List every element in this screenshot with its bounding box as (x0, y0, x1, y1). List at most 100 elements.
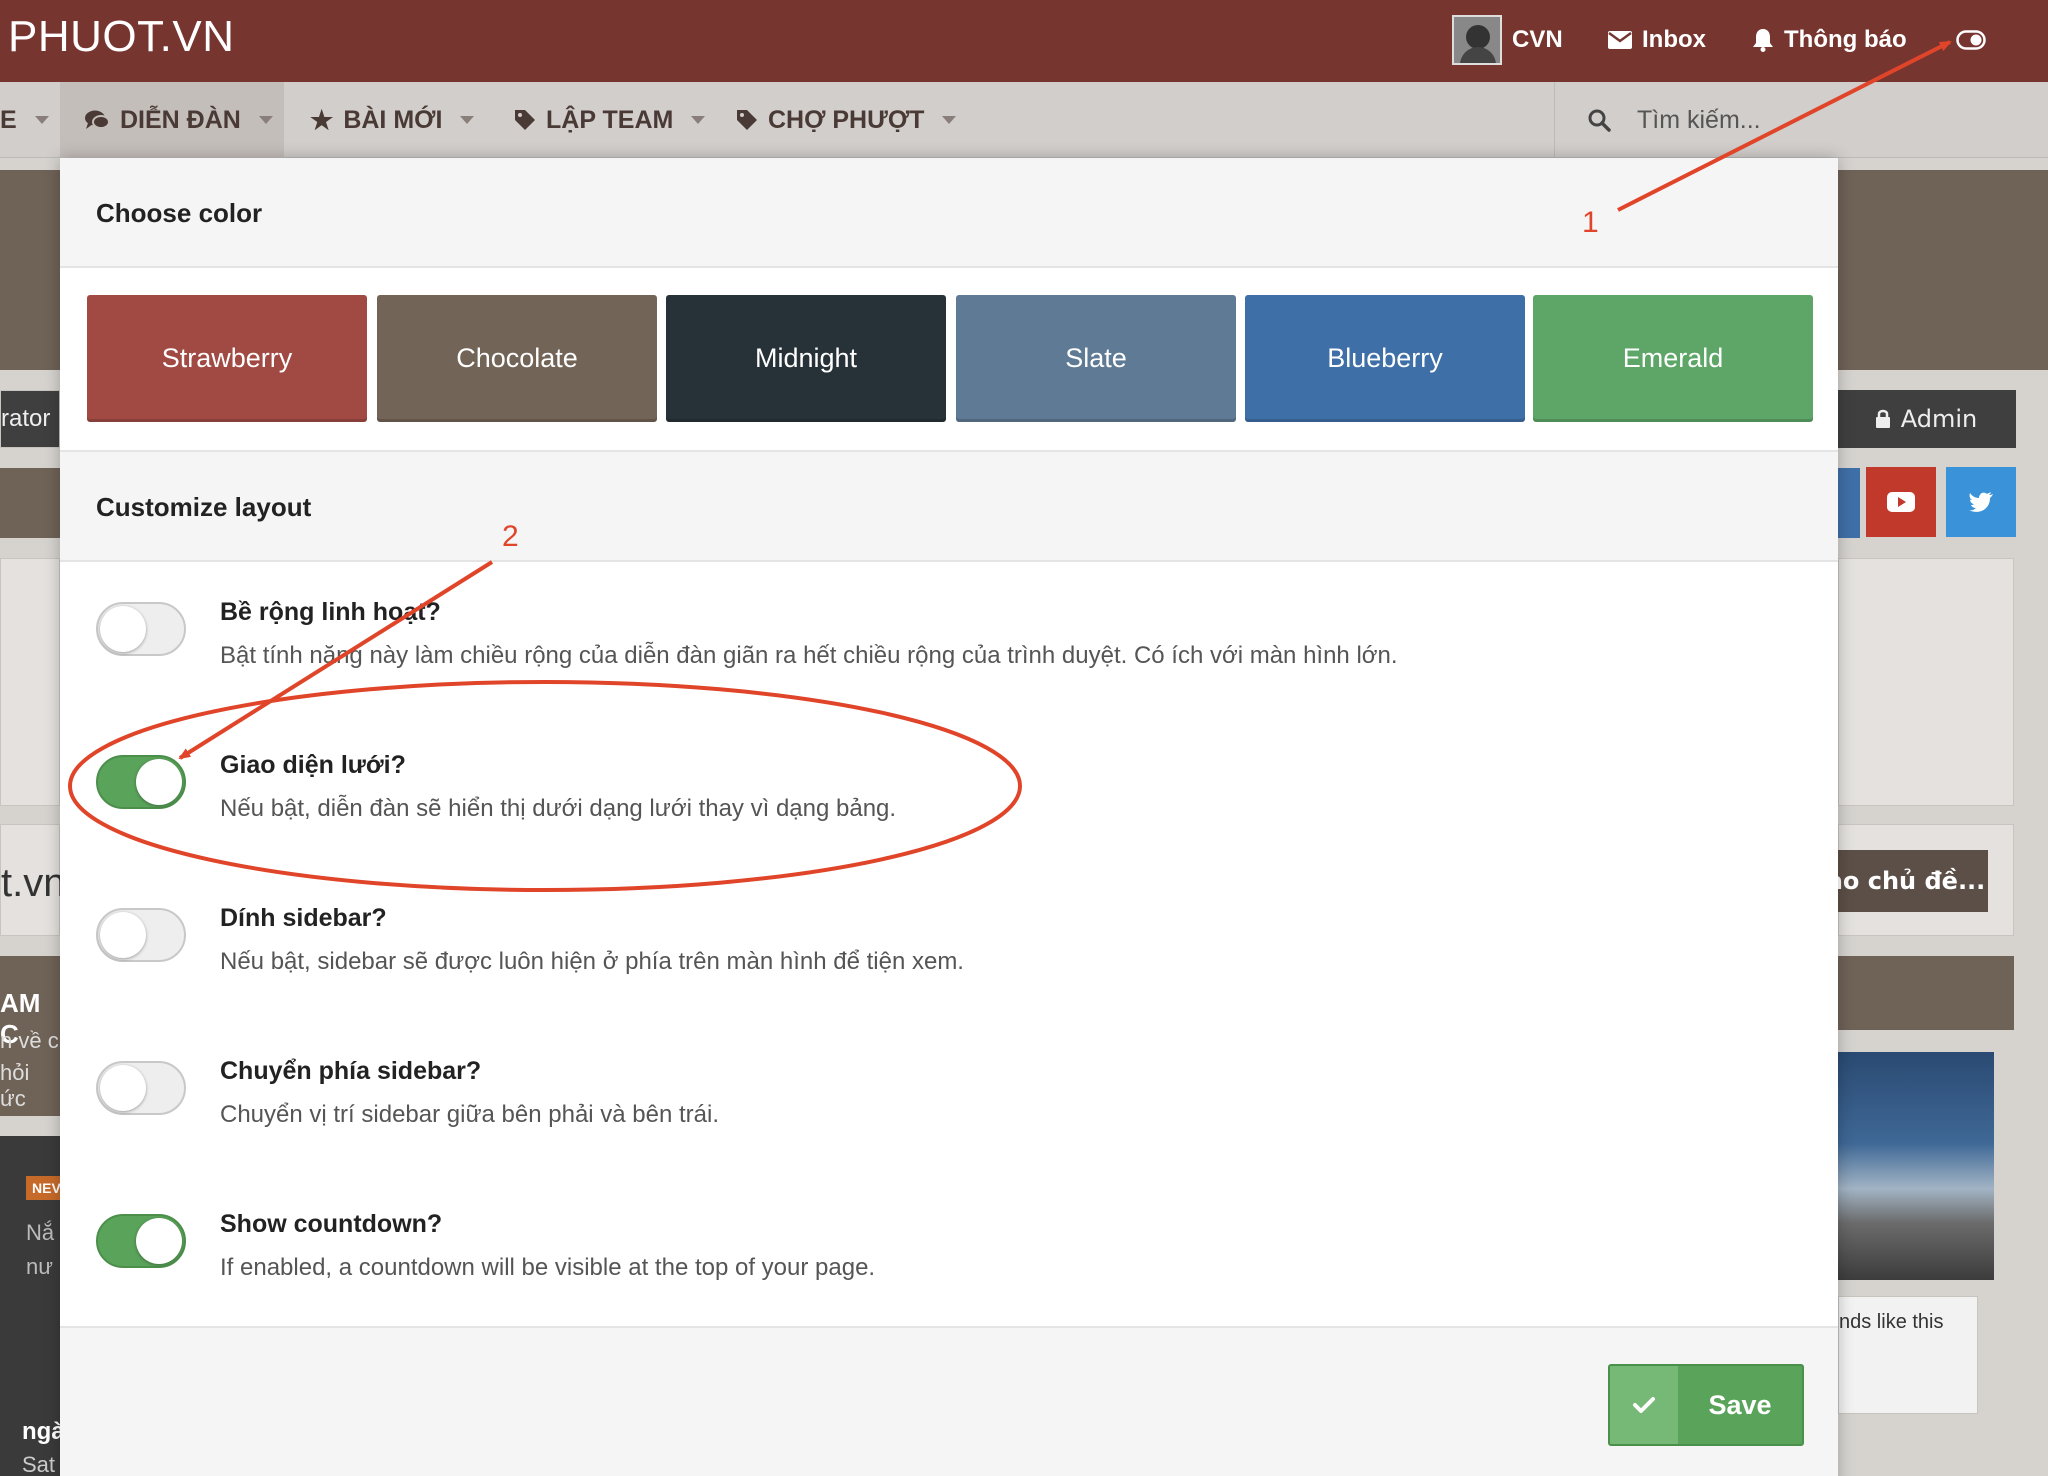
option-sticky-sidebar: Dính sidebar? Nếu bật, sidebar sẽ được l… (96, 886, 1796, 1006)
search-bar[interactable]: Tìm kiếm... (1554, 82, 2014, 158)
save-label: Save (1708, 1389, 1772, 1420)
promo-banner: AM C n về c hỏi ức (0, 956, 60, 1116)
layout-section-title: Customize layout (96, 492, 312, 522)
toggle-icon (1956, 30, 1986, 50)
nav-tab-label: E (0, 105, 17, 134)
color-swatch-emerald[interactable]: Emerald (1533, 295, 1813, 422)
toggle-knob (136, 759, 182, 805)
show-countdown-toggle[interactable] (96, 1214, 186, 1268)
chevron-down-icon (691, 116, 706, 124)
color-section-title: Choose color (96, 198, 263, 228)
inbox-link[interactable]: Inbox (1608, 20, 1706, 60)
inbox-label: Inbox (1642, 26, 1706, 53)
admin-label: Admin (1900, 405, 1978, 433)
fluid-width-toggle[interactable] (96, 602, 186, 656)
color-swatch-label: Midnight (754, 343, 858, 373)
option-title: Bề rộng linh hoạt? (220, 598, 441, 626)
nav-tab-label: DIỄN ĐÀN (120, 105, 241, 134)
style-chooser-toggle[interactable] (1956, 20, 1986, 60)
likes-fragment: nds like this (1839, 1311, 1944, 1333)
sticky-sidebar-toggle[interactable] (96, 908, 186, 962)
option-show-countdown: Show countdown? If enabled, a countdown … (96, 1192, 1796, 1312)
nav-tab-label: LẬP TEAM (546, 105, 674, 134)
color-section-header: Choose color (60, 158, 1838, 268)
create-thread-label: ạo chủ đề... (1826, 867, 1986, 895)
chevron-down-icon (460, 116, 475, 124)
toggle-knob (100, 912, 146, 958)
option-description: If enabled, a countdown will be visible … (220, 1254, 876, 1281)
bg-panel-right (1838, 558, 2014, 806)
envelope-icon (1608, 31, 1632, 49)
tag-icon (515, 110, 535, 130)
color-swatch-label: Slate (1065, 343, 1127, 373)
facebook-widget: nds like this (1838, 1296, 1978, 1414)
nav-tab-label: CHỢ PHƯỢT (768, 105, 925, 134)
user-name: CVN (1512, 26, 1563, 53)
chevron-down-icon (258, 116, 273, 124)
color-swatch-slate[interactable]: Slate (956, 295, 1236, 422)
nav-tab-forums[interactable]: DIỄN ĐÀN (60, 82, 284, 158)
option-description: Nếu bật, sidebar sẽ được luôn hiện ở phí… (220, 948, 964, 975)
list-fragment: nư (26, 1254, 53, 1279)
switch-sidebar-toggle[interactable] (96, 1061, 186, 1115)
nav-tab-home[interactable]: E (0, 82, 58, 158)
color-swatch-label: Chocolate (456, 343, 578, 373)
bg-panel-left (0, 558, 60, 806)
twitter-icon (1969, 492, 1993, 512)
site-logo[interactable]: PHUOT.VN (8, 12, 234, 62)
option-title: Dính sidebar? (220, 904, 387, 932)
color-swatch-chocolate[interactable]: Chocolate (377, 295, 657, 422)
color-swatch-strawberry[interactable]: Strawberry (87, 295, 367, 422)
layout-section-header: Customize layout (60, 450, 1838, 562)
option-title: Chuyển phía sidebar? (220, 1057, 482, 1085)
notifications-label: Thông báo (1784, 26, 1907, 53)
twitter-button[interactable] (1946, 467, 2016, 537)
bg-right-banner (1838, 956, 2014, 1030)
color-swatch-label: Blueberry (1327, 343, 1443, 373)
nav-tab-market[interactable]: CHỢ PHƯỢT (736, 82, 957, 158)
option-switch-sidebar: Chuyển phía sidebar? Chuyển vị trí sideb… (96, 1039, 1796, 1159)
admin-link[interactable]: Admin (1836, 390, 2016, 448)
color-swatch-midnight[interactable]: Midnight (666, 295, 946, 422)
toggle-knob (100, 606, 146, 652)
star-icon: ★ (310, 104, 334, 135)
search-icon (1588, 109, 1611, 132)
tag-icon (737, 110, 757, 130)
color-swatch-blueberry[interactable]: Blueberry (1245, 295, 1525, 422)
nav-tab-create-team[interactable]: LẬP TEAM (514, 82, 706, 158)
modal-footer (60, 1328, 1838, 1476)
bg-strip-blue (1838, 468, 1860, 538)
option-description: Bật tính năng này làm chiều rộng của diễ… (220, 642, 1398, 669)
grid-layout-toggle[interactable] (96, 755, 186, 809)
moderator-fragment: rator (1, 405, 51, 432)
promo-line: hỏi ức (0, 1060, 30, 1111)
option-grid-layout: Giao diện lưới? Nếu bật, diễn đàn sẽ hiể… (96, 733, 1796, 853)
bg-title-panel: t.vn (0, 824, 65, 936)
lock-icon (1875, 409, 1890, 428)
list-fragment: Nắ (26, 1220, 55, 1245)
bg-list-panel: NEV Nắ nư ngà Sat (0, 1136, 67, 1476)
color-swatch-label: Strawberry (161, 343, 293, 373)
chevron-down-icon (34, 116, 49, 124)
top-bar: PHUOT.VN CVN Inbox Thông báo (0, 0, 2048, 82)
youtube-icon (1887, 492, 1915, 512)
nav-tab-new-posts[interactable]: ★ BÀI MỚI (310, 82, 475, 158)
bg-strip-left (0, 468, 60, 538)
create-thread-button[interactable]: ạo chủ đề... (1824, 850, 1988, 912)
toggle-knob (136, 1218, 182, 1264)
user-avatar (1452, 15, 1502, 65)
nav-tab-label: BÀI MỚI (343, 105, 443, 134)
check-icon (1610, 1366, 1678, 1444)
option-title: Show countdown? (220, 1210, 443, 1238)
option-fluid-width: Bề rộng linh hoạt? Bật tính năng này làm… (96, 580, 1796, 700)
search-placeholder: Tìm kiếm... (1637, 105, 1761, 134)
youtube-button[interactable] (1866, 467, 1936, 537)
user-menu[interactable]: CVN (1452, 15, 1563, 65)
notifications-link[interactable]: Thông báo (1752, 20, 1907, 60)
color-swatch-label: Emerald (1622, 343, 1724, 373)
save-button[interactable]: Save (1608, 1364, 1804, 1446)
option-title: Giao diện lưới? (220, 751, 406, 779)
bell-icon (1753, 29, 1773, 52)
site-fragment: t.vn (1, 861, 66, 905)
moderator-bar: rator (0, 390, 60, 448)
